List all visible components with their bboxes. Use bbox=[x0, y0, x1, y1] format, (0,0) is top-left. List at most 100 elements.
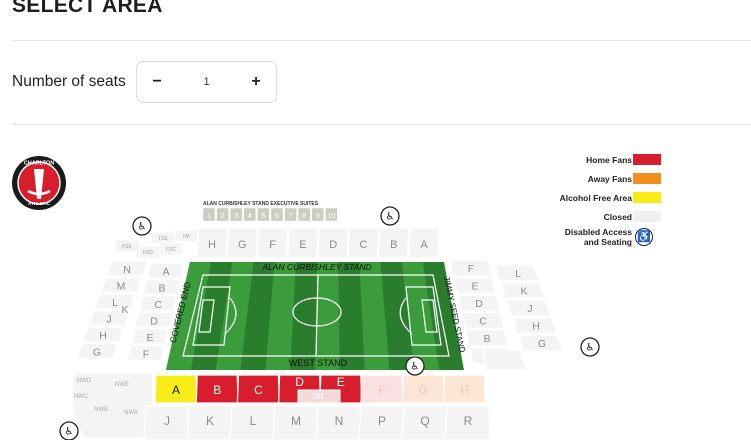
seat-block-label: J bbox=[527, 303, 532, 315]
seat-block-label: FSE bbox=[122, 244, 132, 250]
seat-block-label: K bbox=[121, 304, 128, 316]
seat-block-label: TM bbox=[182, 234, 189, 240]
seat-block-label: G bbox=[419, 383, 428, 397]
seats-label: Number of seats bbox=[12, 73, 126, 90]
pitch: ALAN CURBISHLEY STAND WEST STAND COVERED… bbox=[166, 262, 467, 370]
legend-item-home: Home Fans bbox=[540, 152, 665, 171]
exec-suite-label: 5 bbox=[261, 211, 265, 220]
south-back-blocks: JKLMNPQR bbox=[143, 405, 491, 440]
exec-suites-label: ALAN CURBISHLEY STAND EXECUTIVE SUITES bbox=[203, 201, 319, 207]
seat-block-label: N bbox=[335, 414, 344, 428]
increase-seats-button[interactable]: + bbox=[236, 73, 276, 91]
west-side-blocks: NMLJHG ABCDEF K bbox=[76, 260, 185, 362]
seat-block-label: H bbox=[532, 321, 540, 333]
seat-block-label: A bbox=[172, 383, 180, 397]
seat-block-label: D bbox=[150, 316, 158, 328]
east-side-blocks: FEDCBALKJHG bbox=[449, 259, 564, 371]
south-west-corner-blocks: NWD NWE NWC NWB NWA bbox=[71, 372, 153, 439]
north-west-corner-blocks: TM TSE FSC FSD FSE bbox=[114, 229, 199, 259]
seat-block-label: G bbox=[538, 338, 546, 350]
seat-block-label: NWD bbox=[77, 378, 92, 384]
seat-block-label: L bbox=[515, 268, 521, 280]
legend-item-away: Away Fans bbox=[540, 171, 665, 190]
seat-block-label: FSC bbox=[166, 247, 176, 253]
seat-block-label: NWC bbox=[74, 394, 89, 400]
seat-block-label: NWB bbox=[94, 407, 108, 413]
exec-suite-label: 1 bbox=[207, 211, 211, 220]
seat-block-label: R bbox=[464, 414, 473, 428]
club-crest-logo: CHARLTON ATHLETIC bbox=[12, 156, 66, 210]
seat-block-label: F bbox=[269, 239, 276, 251]
seat-block-label: M bbox=[291, 414, 301, 428]
wheelchair-icon: ♿ bbox=[635, 228, 653, 246]
legend-swatch-closed bbox=[633, 211, 661, 222]
seat-block-label: N bbox=[123, 264, 131, 276]
seat-count-value[interactable]: 1 bbox=[177, 76, 236, 88]
seat-block-label: A bbox=[420, 239, 428, 251]
wheelchair-icon: ♿ bbox=[380, 206, 400, 226]
seat-block-label: C bbox=[479, 316, 487, 328]
dugout-label: DB bbox=[312, 392, 323, 401]
seat-block-label: E bbox=[337, 375, 345, 389]
seat-block-label: H bbox=[208, 239, 216, 251]
exec-suite-label: 6 bbox=[275, 211, 279, 220]
exec-suite-label: 7 bbox=[289, 211, 293, 220]
seat-block-label: B bbox=[390, 239, 397, 251]
page-title: SELECT AREA bbox=[12, 0, 163, 17]
seat-block-label: B bbox=[483, 333, 490, 345]
seat-block-label: J bbox=[106, 314, 111, 326]
svg-text:♿: ♿ bbox=[138, 222, 147, 233]
seat-block-label: M bbox=[117, 281, 126, 293]
seat-block-label: D bbox=[329, 239, 337, 251]
exec-suite-label: 3 bbox=[234, 211, 238, 220]
svg-text:♿: ♿ bbox=[65, 427, 74, 438]
seat-block-label: NWA bbox=[124, 410, 138, 416]
svg-text:♿: ♿ bbox=[411, 362, 420, 373]
svg-text:♿: ♿ bbox=[586, 343, 595, 354]
pitch-label-south: WEST STAND bbox=[289, 358, 348, 368]
seat-block-label: K bbox=[520, 286, 527, 298]
seat-block-label: K bbox=[206, 414, 214, 428]
seat-block-label: D bbox=[295, 375, 304, 389]
legend-item-alcohol-free: Alcohol Free Area bbox=[540, 190, 665, 209]
wheelchair-icon: ♿ bbox=[405, 356, 425, 376]
seat-block-label: J bbox=[164, 414, 170, 428]
seat-block-label: A bbox=[162, 266, 169, 278]
wheelchair-icon: ♿ bbox=[59, 421, 79, 440]
divider-mid bbox=[12, 124, 751, 125]
seat-block-label: E bbox=[146, 332, 153, 344]
seat-block-label: E bbox=[471, 281, 478, 293]
wheelchair-icon: ♿ bbox=[580, 337, 600, 357]
seat-block-label: C bbox=[154, 299, 162, 311]
exec-suite-label: 10 bbox=[327, 211, 335, 220]
seat-block-label: G bbox=[93, 347, 101, 359]
wheelchair-icon: ♿ bbox=[132, 216, 152, 236]
exec-suite-label: 4 bbox=[248, 211, 252, 220]
seat-block-label: H bbox=[99, 330, 107, 342]
seat-block-label: D bbox=[475, 298, 483, 310]
exec-suite-label: 8 bbox=[302, 211, 306, 220]
divider-top bbox=[12, 40, 751, 41]
seat-block-label: L bbox=[112, 297, 118, 309]
exec-suite-label: 2 bbox=[221, 211, 225, 220]
seat-block-label: B bbox=[213, 383, 221, 397]
seat-block-label: L bbox=[250, 414, 257, 428]
seat-block-label: NWE bbox=[115, 382, 129, 388]
seat-block-label: Q bbox=[420, 414, 429, 428]
crest-text-bottom: ATHLETIC bbox=[28, 201, 51, 206]
north-stand-blocks: HGFEDCBA bbox=[196, 227, 440, 259]
seat-block-label: C bbox=[360, 239, 368, 251]
seat-block-label: G bbox=[238, 239, 247, 251]
seat-block-label: F bbox=[143, 349, 149, 361]
seat-block-label: P bbox=[378, 414, 386, 428]
legend-swatch-away bbox=[633, 173, 661, 184]
seat-block-label: E bbox=[299, 239, 306, 251]
seat-block-label: TSE bbox=[158, 236, 168, 242]
seat-quantity-stepper[interactable]: − 1 + bbox=[136, 61, 277, 103]
seat-block[interactable] bbox=[482, 349, 527, 371]
decrease-seats-button[interactable]: − bbox=[137, 73, 177, 91]
svg-text:♿: ♿ bbox=[386, 212, 395, 223]
crest-text-top: CHARLTON bbox=[24, 161, 54, 167]
legend-item-closed: Closed bbox=[540, 209, 665, 228]
seat-block-label: B bbox=[158, 283, 165, 295]
